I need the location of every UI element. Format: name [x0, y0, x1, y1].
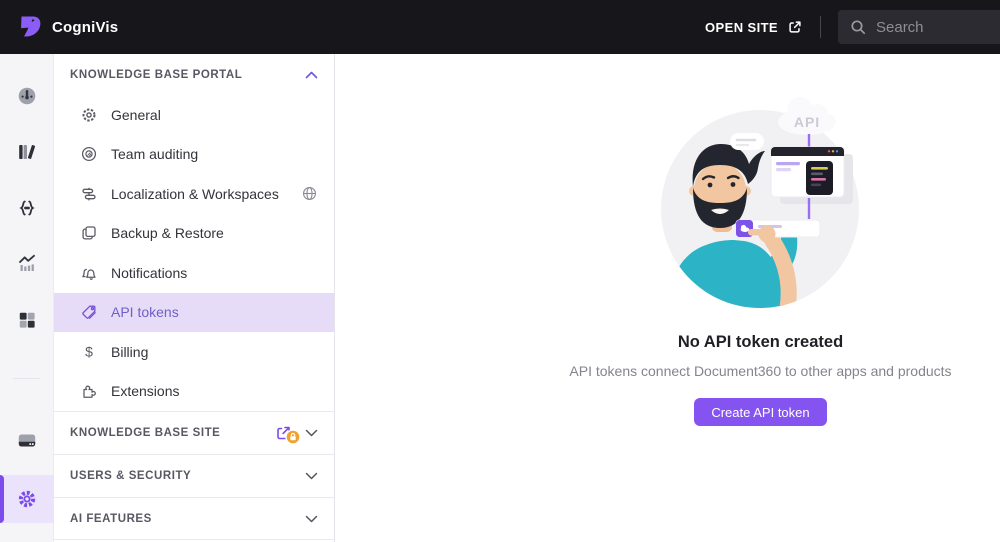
sidebar-item-localization-workspaces[interactable]: Localization & Workspaces — [54, 174, 334, 214]
sidebar-item-label: Backup & Restore — [111, 225, 224, 241]
sidebar-item-label: Billing — [111, 344, 148, 360]
rail-divider — [13, 378, 40, 379]
sidebar-item-extensions[interactable]: Extensions — [54, 372, 334, 412]
workspaces-icon — [80, 185, 98, 203]
chevron-down-icon[interactable] — [305, 429, 318, 437]
globe-icon — [301, 185, 318, 202]
api-tokens-empty-state: API — [569, 54, 951, 426]
svg-text:$: $ — [85, 343, 93, 359]
search-input[interactable] — [876, 19, 986, 36]
cognivis-logo-icon — [12, 12, 42, 42]
api-cloud: API — [778, 97, 836, 135]
sidebar-item-label: Notifications — [111, 265, 187, 281]
section-label: KNOWLEDGE BASE PORTAL — [70, 69, 242, 81]
gear-icon — [80, 106, 98, 124]
sidebar-item-label: Localization & Workspaces — [111, 186, 279, 202]
browser-window — [771, 147, 853, 204]
sidebar-item-api-tokens[interactable]: API tokens — [54, 293, 334, 333]
section-knowledge-base-site[interactable]: KNOWLEDGE BASE SITE — [54, 411, 334, 454]
sidebar-item-label: General — [111, 107, 161, 123]
bell-icon — [80, 264, 98, 282]
sidebar-item-team-auditing[interactable]: Team auditing — [54, 135, 334, 175]
audit-icon — [80, 145, 98, 163]
main-content: API — [335, 54, 1000, 542]
create-api-token-button[interactable]: Create API token — [694, 398, 826, 426]
open-kb-site-icon[interactable] — [274, 424, 293, 442]
empty-state-illustration: API — [630, 84, 890, 320]
section-users-security[interactable]: USERS & SECURITY — [54, 454, 334, 497]
chevron-down-icon[interactable] — [305, 515, 318, 523]
sidebar-item-notifications[interactable]: Notifications — [54, 253, 334, 293]
search-box[interactable] — [838, 10, 1000, 44]
section-knowledge-base-portal[interactable]: KNOWLEDGE BASE PORTAL — [54, 54, 334, 95]
chevron-down-icon[interactable] — [305, 472, 318, 480]
empty-state-description: API tokens connect Document360 to other … — [569, 363, 951, 379]
speech-bubble — [730, 133, 764, 150]
brand-name: CogniVis — [52, 19, 118, 36]
chevron-up-icon[interactable] — [305, 71, 318, 79]
tag-icon — [80, 303, 98, 321]
sidebar-item-label: API tokens — [111, 304, 179, 320]
rail-settings-gear-icon[interactable] — [0, 475, 54, 523]
lock-badge-icon — [285, 429, 301, 450]
dollar-icon: $ — [80, 343, 98, 361]
sidebar-item-label: Extensions — [111, 383, 179, 399]
rail-widgets-grid-icon[interactable] — [0, 300, 54, 340]
section-label: AI FEATURES — [70, 513, 152, 525]
topbar-divider — [820, 16, 821, 38]
rail-documentation-books-icon[interactable] — [0, 132, 54, 172]
sidebar-item-billing[interactable]: $ Billing — [54, 332, 334, 372]
sidebar-item-label: Team auditing — [111, 146, 198, 162]
sidebar-item-backup-restore[interactable]: Backup & Restore — [54, 214, 334, 254]
active-indicator — [0, 475, 4, 523]
sidebar-item-general[interactable]: General — [54, 95, 334, 135]
empty-state-title: No API token created — [678, 333, 843, 352]
section-ai-features[interactable]: AI FEATURES — [54, 497, 334, 540]
open-site-button[interactable]: OPEN SITE — [705, 19, 803, 35]
rail-dashboard-gauge-icon[interactable] — [0, 76, 54, 116]
rail-analytics-chart-icon[interactable] — [0, 244, 54, 284]
section-label: USERS & SECURITY — [70, 470, 191, 482]
rail-api-braces-icon[interactable] — [0, 188, 54, 228]
external-link-icon — [787, 19, 803, 35]
token-bar — [736, 220, 820, 237]
copy-icon — [80, 224, 98, 242]
settings-sidebar: KNOWLEDGE BASE PORTAL General — [54, 54, 335, 542]
rail-drive-card-icon[interactable] — [0, 420, 54, 460]
puzzle-icon — [80, 382, 98, 400]
open-site-label: OPEN SITE — [705, 20, 778, 35]
search-icon — [850, 19, 867, 36]
section-label: KNOWLEDGE BASE SITE — [70, 427, 220, 439]
brand[interactable]: CogniVis — [12, 12, 118, 42]
api-cloud-label: API — [794, 114, 820, 130]
icon-rail — [0, 54, 54, 542]
topbar: CogniVis OPEN SITE — [0, 0, 1000, 54]
